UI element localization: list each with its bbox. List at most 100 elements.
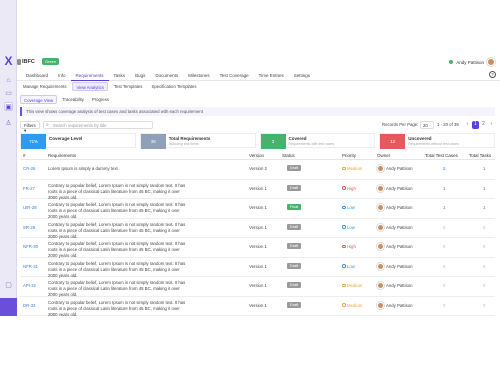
task-count[interactable]: 0: [483, 264, 485, 269]
table-row[interactable]: UIR-28 Contrary to popular belief, Lorem …: [20, 199, 495, 219]
priority-indicator: Low: [342, 225, 355, 230]
subtab-view-analytics[interactable]: View Analytics: [72, 82, 108, 91]
col-header-owner[interactable]: Owner: [377, 153, 390, 158]
box-icon[interactable]: ▢: [4, 281, 13, 290]
priority-label: Medium: [347, 166, 363, 171]
table-row[interactable]: APl-32 Contrary to popular belief, Lorem …: [20, 277, 495, 297]
task-count[interactable]: 1: [483, 205, 485, 210]
search-input[interactable]: Search requirements by title: [43, 121, 153, 129]
project-name[interactable]: IBFC: [22, 59, 35, 65]
tab-documents[interactable]: Documents: [150, 70, 183, 81]
requirement-id-link[interactable]: NFR-30: [23, 244, 38, 249]
requirement-text: Lorem Ipsum is simply a dummy text: [48, 166, 118, 171]
tab-info[interactable]: Info: [53, 70, 71, 81]
avatar: [377, 262, 384, 270]
test-case-count[interactable]: 0: [443, 264, 445, 269]
tab-settings[interactable]: Settings: [289, 70, 315, 81]
priority-dot-icon: [342, 244, 346, 249]
task-count[interactable]: 0: [483, 303, 485, 308]
col-header-id[interactable]: #: [23, 153, 26, 158]
requirement-id-link[interactable]: APl-32: [23, 283, 36, 288]
owner[interactable]: Andy Pattison: [377, 262, 413, 270]
next-page-button[interactable]: ›: [488, 121, 495, 129]
tab-dashboard[interactable]: Dashboard: [21, 70, 53, 81]
tab-requirements[interactable]: Requirements: [70, 70, 109, 81]
priority-indicator: High: [342, 244, 356, 249]
test-case-count[interactable]: 2: [443, 166, 445, 171]
requirement-id-link[interactable]: FR-27: [23, 186, 35, 191]
owner[interactable]: Andy Pattison: [377, 301, 413, 309]
col-header-tasks[interactable]: Total Tasks: [469, 153, 491, 158]
viewtab-traceability[interactable]: Traceability: [59, 95, 87, 104]
test-case-count[interactable]: 0: [443, 244, 445, 249]
priority-indicator: Medium: [342, 283, 362, 288]
col-header-version[interactable]: Version: [249, 153, 264, 158]
table-row[interactable]: NFR-31 Contrary to popular belief, Lorem …: [20, 258, 495, 278]
task-count[interactable]: 0: [483, 283, 485, 288]
owner[interactable]: Andy Pattison: [377, 165, 413, 172]
users-icon[interactable]: ♙: [4, 119, 13, 128]
stat-subtext: Including test items: [168, 142, 199, 146]
tab-time-entries[interactable]: Time Entries: [254, 70, 289, 81]
avatar: [377, 165, 384, 172]
stat-label: Coverage Level: [49, 136, 83, 141]
owner[interactable]: Andy Pattison: [377, 223, 413, 231]
user-menu[interactable]: Andy Pattison: [449, 58, 495, 66]
owner[interactable]: Andy Pattison: [377, 204, 413, 211]
priority-indicator: High: [342, 186, 356, 191]
chat-icon[interactable]: ▭: [4, 89, 13, 98]
task-count[interactable]: 0: [483, 244, 485, 249]
tab-bugs[interactable]: Bugs: [130, 70, 150, 81]
version-text: Version 1: [249, 302, 267, 308]
requirement-id-link[interactable]: CR-26: [23, 166, 35, 171]
requirement-id-link[interactable]: NFR-31: [23, 264, 38, 269]
home-icon[interactable]: ⌂: [4, 76, 13, 85]
task-count[interactable]: 0: [483, 225, 485, 230]
table-row[interactable]: FR-27 Contrary to popular belief, Lorem I…: [20, 180, 495, 200]
folder-icon[interactable]: ▣: [4, 102, 13, 111]
requirement-text: Contrary to popular belief, Lorem Ipsum …: [48, 241, 186, 258]
tab-test-coverage[interactable]: Test Coverage: [215, 70, 254, 81]
table-row[interactable]: NFR-30 Contrary to popular belief, Lorem …: [20, 238, 495, 258]
filters-button[interactable]: Filters ▾: [20, 121, 40, 133]
owner[interactable]: Andy Pattison: [377, 243, 413, 250]
subtab-manage-requirements[interactable]: Manage Requirements: [20, 82, 69, 91]
records-per-page-select[interactable]: 20: [420, 121, 434, 129]
col-header-requirements[interactable]: Requirements: [48, 153, 76, 158]
page-2-button[interactable]: 2: [480, 121, 487, 129]
test-case-count[interactable]: 1: [443, 186, 445, 191]
table-row[interactable]: CR-26 Lorem Ipsum is simply a dummy text V…: [20, 160, 495, 180]
status-badge: Draft: [287, 223, 302, 230]
requirement-id-link[interactable]: SR-29: [23, 225, 35, 230]
subtab-specification-templates[interactable]: Specification Templates: [148, 82, 199, 91]
col-header-priority[interactable]: Priority: [342, 153, 356, 158]
test-case-count[interactable]: 0: [443, 303, 445, 308]
table-row[interactable]: DR-33 Contrary to popular belief, Lorem I…: [20, 297, 495, 317]
test-case-count[interactable]: 0: [443, 283, 445, 288]
owner-name: Andy Pattison: [386, 244, 413, 249]
task-count[interactable]: 1: [483, 166, 485, 171]
prev-page-button[interactable]: ‹: [464, 121, 471, 129]
requirement-id-link[interactable]: DR-33: [23, 303, 35, 308]
tab-tasks[interactable]: Tasks: [109, 70, 131, 81]
status-badge: Draft: [287, 165, 302, 171]
page-1-button[interactable]: 1: [472, 121, 479, 129]
owner[interactable]: Andy Pattison: [377, 282, 413, 289]
help-icon[interactable]: ?: [489, 71, 496, 78]
owner[interactable]: Andy Pattison: [377, 184, 413, 192]
viewtab-progress[interactable]: Progress: [89, 95, 112, 104]
priority-dot-icon: [342, 186, 346, 190]
task-count[interactable]: 1: [483, 186, 485, 191]
test-case-count[interactable]: 1: [443, 205, 445, 210]
table-row[interactable]: SR-29 Contrary to popular belief, Lorem I…: [20, 219, 495, 239]
col-header-test-cases[interactable]: Total Test Cases: [425, 153, 458, 158]
viewtab-coverage-view[interactable]: Coverage View: [20, 95, 58, 104]
test-case-count[interactable]: 0: [443, 225, 445, 230]
requirement-id-link[interactable]: UIR-28: [23, 205, 37, 210]
info-banner: This view shows coverage analysis of tes…: [20, 107, 495, 116]
app-logo[interactable]: X: [3, 55, 14, 67]
tab-milestones[interactable]: Milestones: [183, 70, 215, 81]
search-icon: ⌕: [46, 122, 49, 128]
subtab-test-templates[interactable]: Test Templates: [111, 82, 146, 91]
col-header-status[interactable]: Status: [282, 153, 295, 158]
